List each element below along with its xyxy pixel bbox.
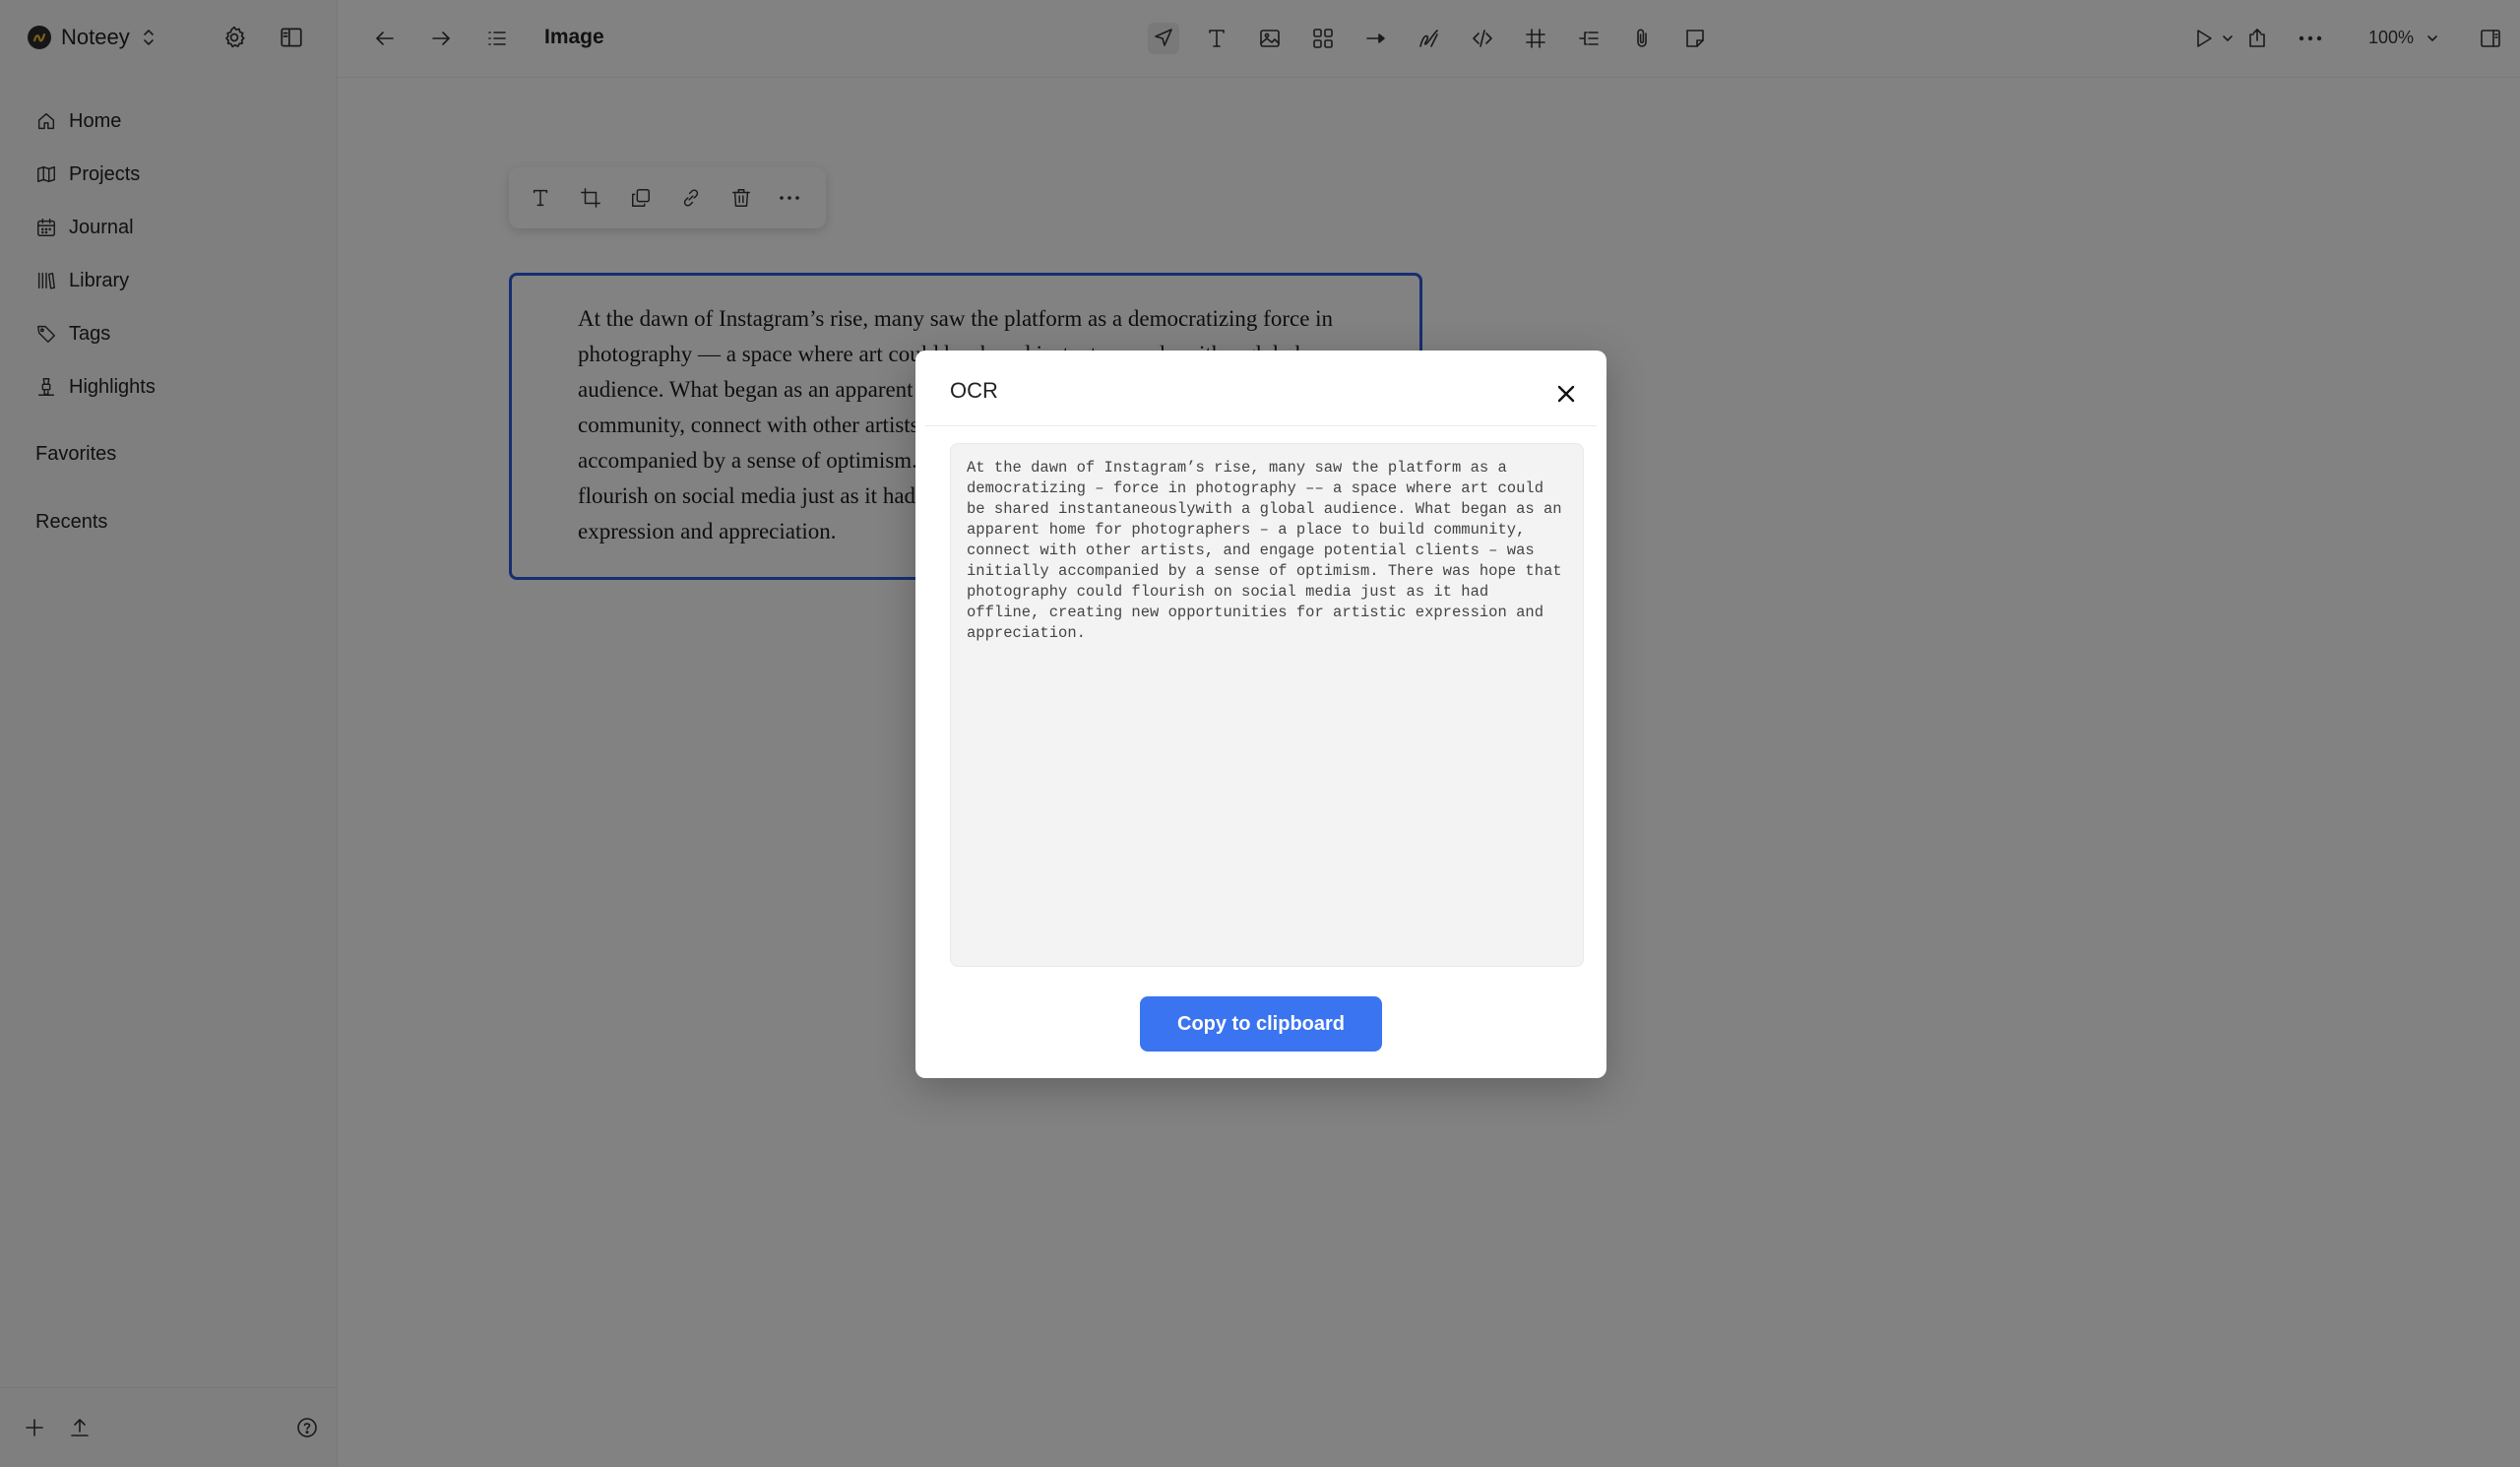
close-icon[interactable] — [1551, 379, 1581, 409]
copy-to-clipboard-button[interactable]: Copy to clipboard — [1140, 996, 1382, 1052]
ocr-dialog: OCR At the dawn of Instagram’s rise, man… — [915, 351, 1606, 1078]
dialog-divider — [925, 425, 1597, 426]
ocr-text-area[interactable]: At the dawn of Instagram’s rise, many sa… — [950, 443, 1584, 967]
dialog-title: OCR — [950, 378, 998, 403]
